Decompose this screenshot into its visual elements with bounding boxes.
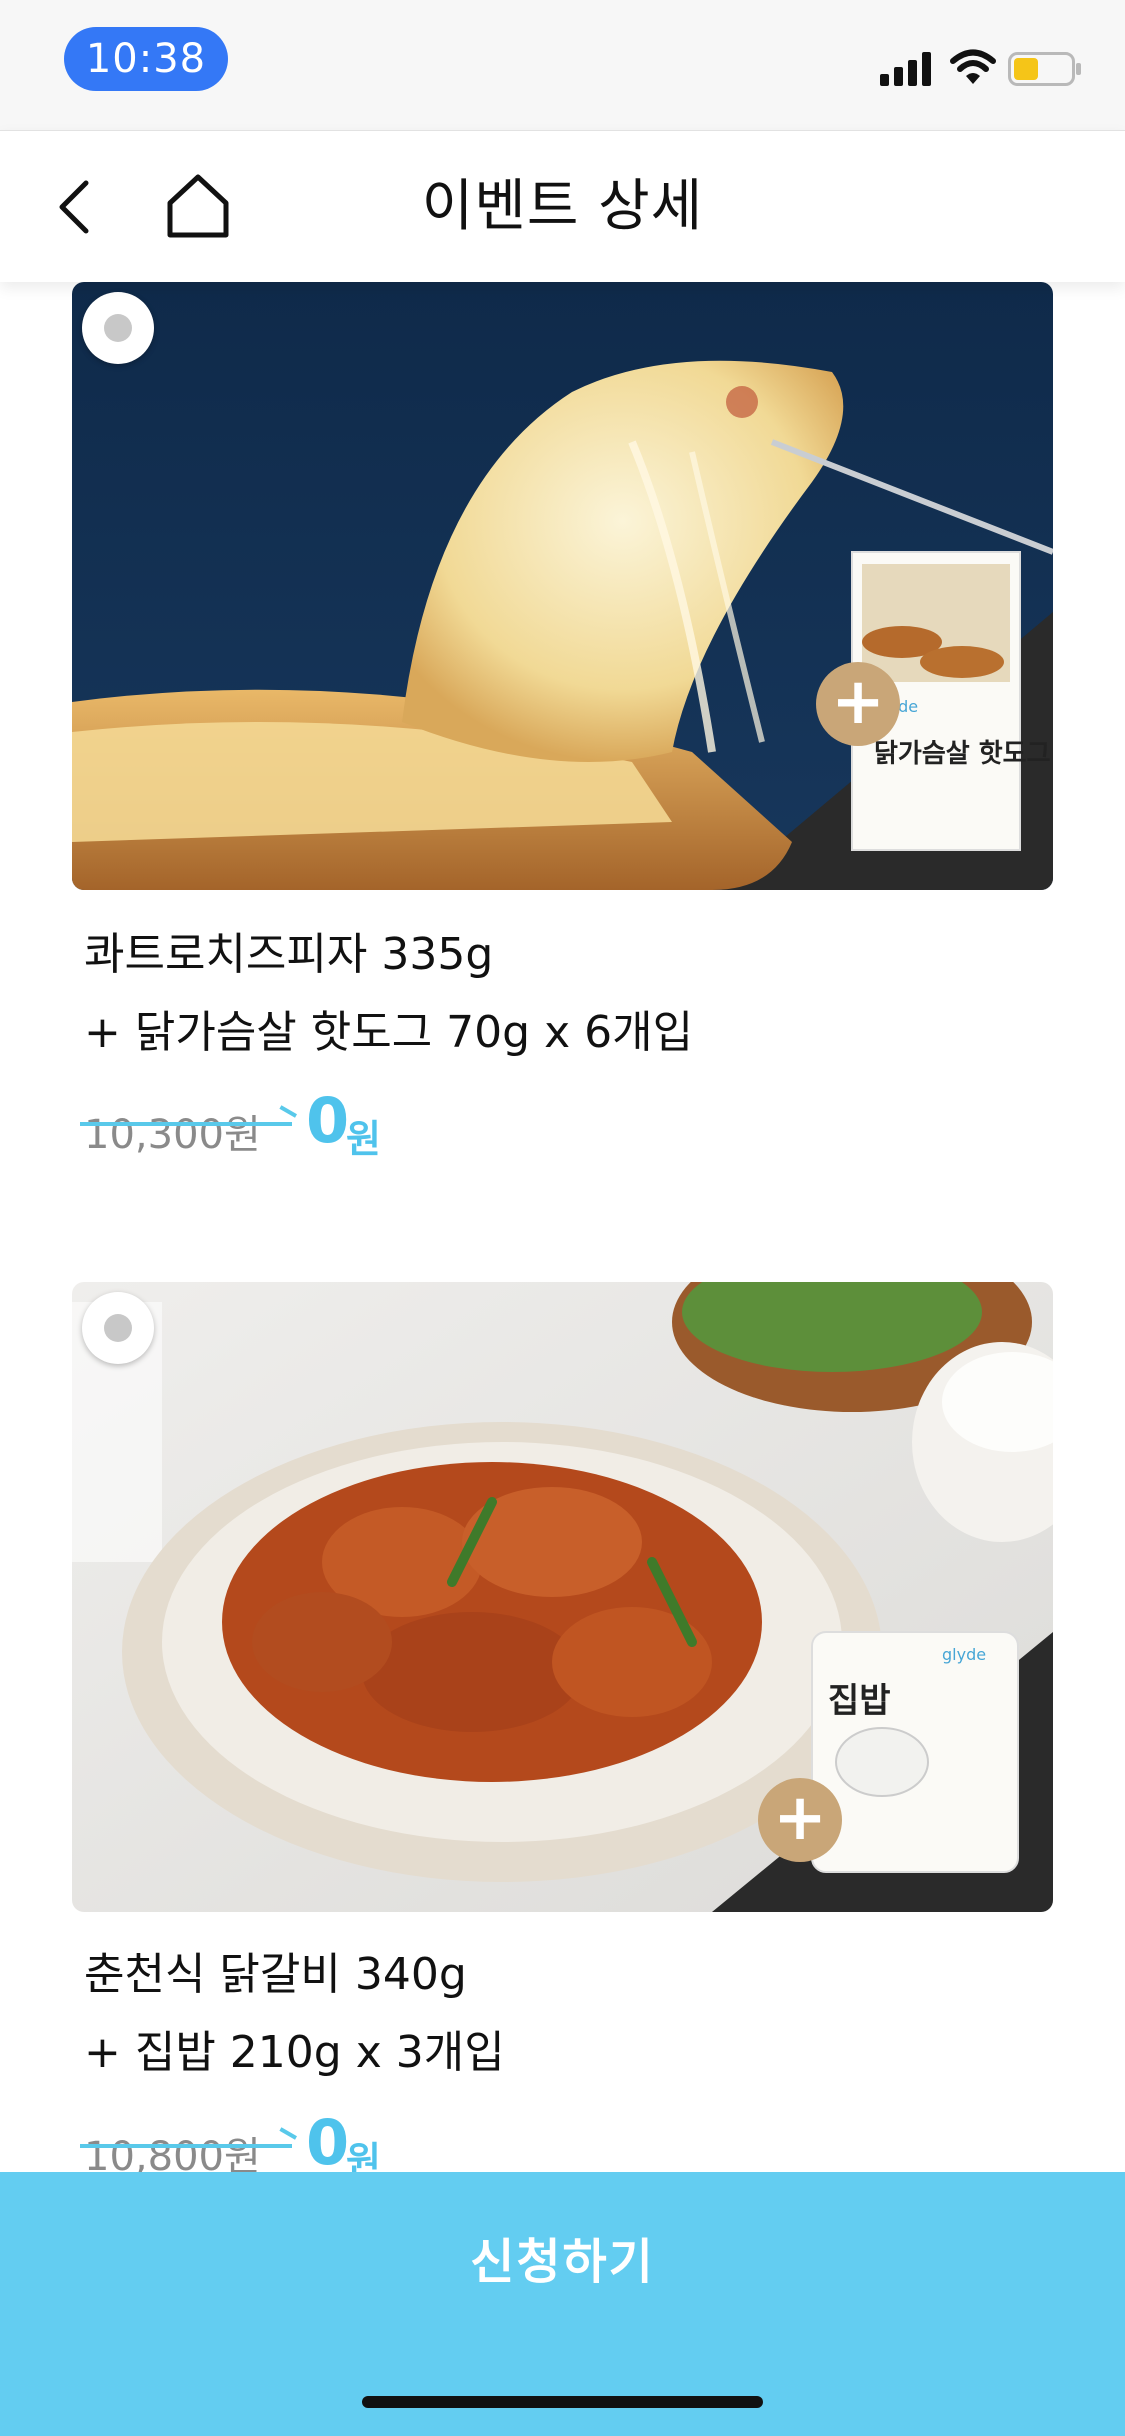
- product-list: 닭가슴살 핫도그 glyde + 콰트로치즈피자 335g + 닭가슴살 핫도그…: [0, 282, 1125, 2172]
- event-detail-screen: 10:38 이벤트 상세 닭가슴살 핫도그 + 콰트로치즈피자 335g + 닭…: [0, 0, 1125, 2436]
- original-price: 10,800원: [84, 2134, 261, 2172]
- app-header: 이벤트 상세: [0, 130, 1125, 282]
- signal-icon: [880, 52, 931, 86]
- select-radio-button[interactable]: [82, 1292, 154, 1364]
- product-name-line2: + 닭가슴살 핫도그 70g x 6개입: [84, 1007, 694, 1058]
- currency-label: 원: [346, 2139, 381, 2172]
- status-time: 10:38: [64, 27, 228, 91]
- product-image[interactable]: 집밥 glyde +: [72, 1282, 1053, 1912]
- select-radio-button[interactable]: [82, 292, 154, 364]
- sale-price: 0: [306, 1084, 350, 1157]
- add-plus-icon[interactable]: +: [816, 662, 900, 746]
- pizza-photo: 닭가슴살 핫도그 glyde: [72, 282, 1053, 890]
- package-brand: glyde: [942, 1645, 986, 1664]
- strikethrough-arrow: [80, 2144, 292, 2148]
- add-plus-icon[interactable]: +: [758, 1778, 842, 1862]
- sale-price: 0: [306, 2106, 350, 2172]
- product-name-line1: 춘천식 닭갈비 340g: [84, 1949, 467, 2000]
- battery-icon: [1008, 52, 1081, 86]
- wifi-icon: [950, 49, 996, 84]
- page-title: 이벤트 상세: [421, 174, 704, 239]
- dakgalbi-photo: 집밥 glyde: [72, 1282, 1053, 1912]
- product-name-line1: 콰트로치즈피자 335g: [84, 929, 494, 980]
- original-price: 10,300원: [84, 1112, 261, 1158]
- product-image[interactable]: 닭가슴살 핫도그 glyde +: [72, 282, 1053, 890]
- home-indicator[interactable]: [362, 2396, 763, 2408]
- strikethrough-arrow: [80, 1122, 292, 1126]
- currency-label: 원: [346, 1117, 381, 1161]
- package-label: 집밥: [828, 1681, 891, 1721]
- package-label: 닭가슴살 핫도그: [874, 739, 1051, 769]
- status-bar: 10:38: [0, 0, 1125, 130]
- apply-button[interactable]: 신청하기: [0, 2172, 1125, 2436]
- apply-button-label: 신청하기: [470, 2234, 655, 2290]
- product-name-line2: + 집밥 210g x 3개입: [84, 2027, 505, 2078]
